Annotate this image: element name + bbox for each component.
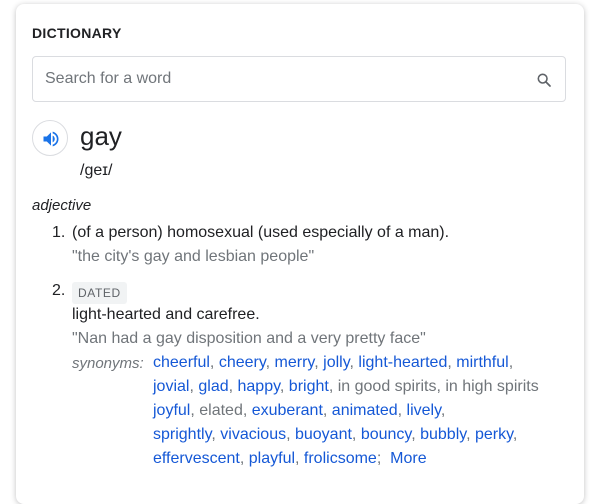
synonyms-line: jovial, glad, happy, bright, in good spi… xyxy=(153,378,539,395)
synonym-link[interactable]: bright xyxy=(289,378,329,395)
sense-number: 1. xyxy=(52,224,66,241)
synonyms-line: effervescent, playful, frolicsome; More xyxy=(153,450,427,467)
synonym-link[interactable]: happy xyxy=(238,378,280,395)
sense-example: "Nan had a gay disposition and a very pr… xyxy=(72,330,426,347)
synonym-link[interactable]: bouncy xyxy=(361,426,411,443)
synonym-link[interactable]: buoyant xyxy=(295,426,352,443)
search-icon[interactable] xyxy=(536,72,552,88)
sense-number: 2. xyxy=(52,282,66,299)
synonym-link[interactable]: perky xyxy=(475,426,513,443)
synonym-link[interactable]: jovial xyxy=(153,378,189,395)
synonyms-label: synonyms: xyxy=(72,355,144,372)
speaker-icon xyxy=(43,131,59,147)
pronunciation-button[interactable] xyxy=(32,120,68,156)
synonym-link[interactable]: mirthful xyxy=(456,354,508,371)
search-input[interactable] xyxy=(45,67,515,91)
sense-example: "the city's gay and lesbian people" xyxy=(72,248,315,265)
synonym-link[interactable]: frolicsome xyxy=(304,450,377,467)
part-of-speech: adjective xyxy=(32,197,92,214)
synonym-link[interactable]: cheerful xyxy=(153,354,210,371)
sense-definition: light-hearted and carefree. xyxy=(72,306,260,323)
dictionary-card: DICTIONARY gay /ɡeɪ/ adjective 1. (of a … xyxy=(16,4,584,504)
synonym-link[interactable]: lively xyxy=(407,402,441,419)
phonetic-spelling: /ɡeɪ/ xyxy=(80,162,113,179)
synonyms-line: cheerful, cheery, merry, jolly, light-he… xyxy=(153,354,514,371)
register-badge: DATED xyxy=(72,282,127,304)
synonym-link[interactable]: bubbly xyxy=(420,426,466,443)
synonym-link[interactable]: vivacious xyxy=(220,426,286,443)
synonyms-line: sprightly, vivacious, buoyant, bouncy, b… xyxy=(153,426,518,443)
synonym-link[interactable]: effervescent xyxy=(153,450,240,467)
synonym-text: in good spirits xyxy=(337,378,437,395)
more-synonyms-link[interactable]: More xyxy=(390,450,426,467)
sense-definition: (of a person) homosexual (used especiall… xyxy=(72,224,450,241)
synonym-link[interactable]: cheery xyxy=(219,354,266,371)
synonym-text: elated xyxy=(199,402,243,419)
synonym-link[interactable]: light-hearted xyxy=(358,354,447,371)
card-title: DICTIONARY xyxy=(32,25,122,41)
synonym-link[interactable]: joyful xyxy=(153,402,190,419)
synonym-link[interactable]: merry xyxy=(275,354,315,371)
synonym-link[interactable]: jolly xyxy=(323,354,349,371)
synonym-link[interactable]: exuberant xyxy=(252,402,323,419)
headword: gay xyxy=(80,121,122,151)
synonyms-line: joyful, elated, exuberant, animated, liv… xyxy=(153,402,446,419)
synonym-link[interactable]: glad xyxy=(198,378,228,395)
synonym-link[interactable]: playful xyxy=(249,450,295,467)
synonym-text: in high spirits xyxy=(445,378,539,395)
synonym-link[interactable]: animated xyxy=(332,402,398,419)
synonym-link[interactable]: sprightly xyxy=(153,426,211,443)
search-box[interactable] xyxy=(32,56,566,102)
